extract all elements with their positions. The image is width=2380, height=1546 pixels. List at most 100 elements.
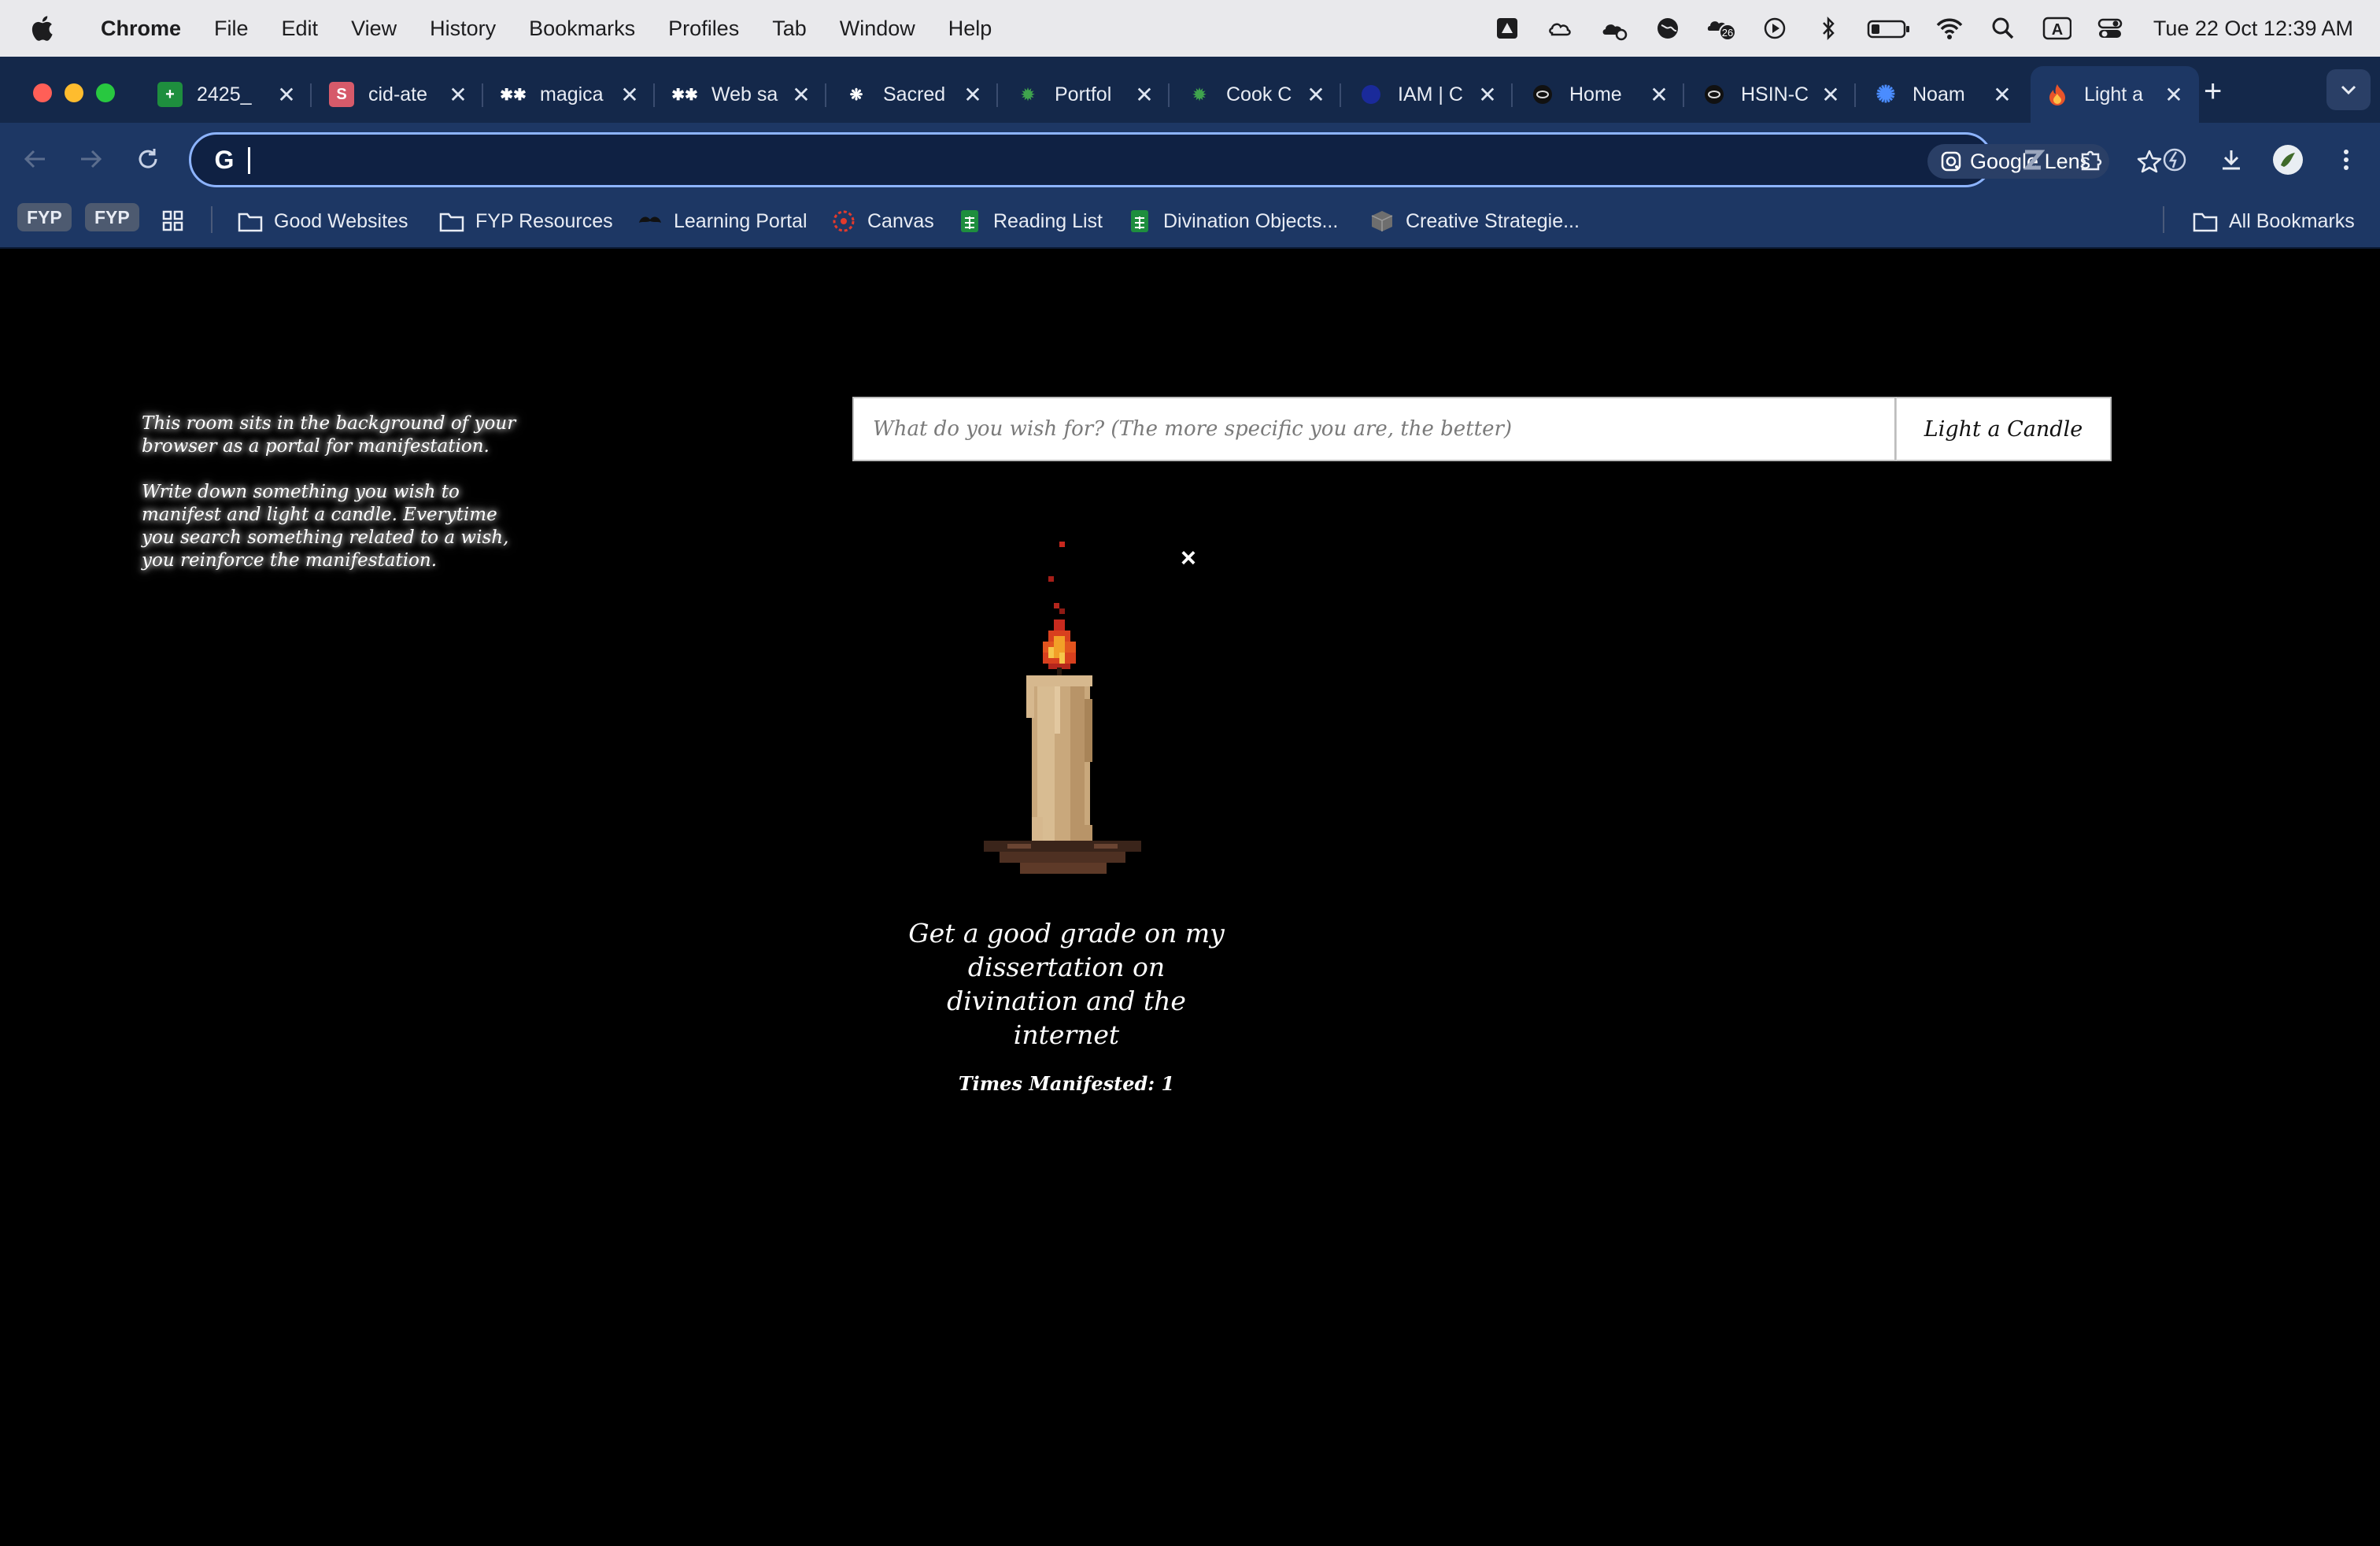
tab-5[interactable]: ❋ Sacred ✕	[830, 66, 998, 123]
menu-file[interactable]: File	[214, 17, 249, 41]
bookmark-reading-list[interactable]: Reading List	[957, 203, 1103, 239]
apps-grid-button[interactable]	[161, 203, 197, 239]
downloads-icon[interactable]	[2213, 142, 2249, 178]
forward-button[interactable]	[74, 142, 109, 176]
tab-close-icon[interactable]: ✕	[1988, 82, 2016, 108]
bookmark-canvas[interactable]: Canvas	[831, 203, 934, 239]
zotero-extension-icon[interactable]	[2015, 142, 2051, 178]
profile-pill-fyp-1[interactable]: FYP	[17, 203, 72, 231]
bookmark-divination-objects[interactable]: Divination Objects...	[1127, 203, 1338, 239]
wish-input[interactable]	[852, 397, 1896, 461]
wish-form: Light a Candle	[852, 397, 2112, 461]
tab-12-active[interactable]: Light a ✕	[2031, 66, 2199, 123]
menu-window[interactable]: Window	[840, 17, 915, 41]
light-a-candle-button[interactable]: Light a Candle	[1896, 397, 2112, 461]
apps-grid-icon	[161, 209, 186, 234]
play-icon[interactable]	[1760, 13, 1790, 43]
bookmark-fyp-resources[interactable]: FYP Resources	[439, 203, 613, 239]
tab-title: Sacred	[883, 83, 946, 105]
window-close-button[interactable]	[33, 83, 52, 102]
apple-logo-icon[interactable]	[30, 15, 69, 42]
tab-3[interactable]: ✱✱ magica ✕	[486, 66, 655, 123]
gear-logo-icon: ✹	[1021, 86, 1035, 104]
notification-count-icon[interactable]: 26	[1706, 13, 1736, 43]
intro-paragraph-2: Write down something you wish to manifes…	[142, 482, 509, 571]
globe-icon[interactable]	[1653, 13, 1683, 43]
bookmark-good-websites[interactable]: Good Websites	[238, 203, 408, 239]
tab-close-icon[interactable]: ✕	[1302, 82, 1330, 108]
tab-2[interactable]: S cid-ate ✕	[315, 66, 483, 123]
back-button[interactable]	[17, 142, 52, 176]
sheets-icon	[1127, 209, 1152, 234]
tab-close-icon[interactable]: ✕	[1473, 82, 1502, 108]
menubar-clock[interactable]: Tue 22 Oct 12:39 AM	[2153, 17, 2353, 41]
wifi-icon[interactable]	[1935, 13, 1964, 43]
bookmark-learning-portal[interactable]: Learning Portal	[638, 203, 808, 239]
tab-6[interactable]: ✹ Portfol ✕	[1001, 66, 1170, 123]
asterisk-icon: ✱✱	[671, 86, 698, 104]
bookmarks-separator	[2163, 206, 2164, 233]
menu-view[interactable]: View	[351, 17, 397, 41]
profile-pill-fyp-2[interactable]: FYP	[85, 203, 139, 231]
canvas-icon	[831, 209, 856, 234]
menu-app-chrome[interactable]: Chrome	[101, 17, 181, 41]
tab-title: IAM | C	[1398, 83, 1463, 105]
bookmark-creative-strategies[interactable]: Creative Strategie...	[1369, 203, 1580, 239]
reload-button[interactable]	[131, 142, 165, 176]
omnibox-input[interactable]	[254, 142, 1750, 179]
address-bar[interactable]: G Google Lens	[189, 132, 2162, 187]
window-minimize-button[interactable]	[65, 83, 83, 102]
tab-close-icon[interactable]: ✕	[1645, 82, 1673, 108]
tab-11[interactable]: ✺ Noam ✕	[1859, 66, 2027, 123]
tab-title: Noam	[1913, 83, 1965, 105]
spotlight-icon[interactable]	[1988, 13, 2018, 43]
cloud-sync-icon[interactable]	[1599, 13, 1629, 43]
folder-icon	[2193, 209, 2218, 234]
bluetooth-icon[interactable]	[1813, 13, 1843, 43]
performance-icon[interactable]	[2156, 142, 2193, 178]
chrome-menu-icon[interactable]	[2328, 142, 2364, 178]
menu-edit[interactable]: Edit	[282, 17, 319, 41]
folder-icon	[439, 209, 464, 234]
new-tab-button[interactable]: +	[2204, 76, 2222, 107]
battery-icon[interactable]	[1867, 13, 1911, 43]
tab-search-button[interactable]	[2326, 69, 2371, 110]
window-zoom-button[interactable]	[96, 83, 115, 102]
bookmark-label: Divination Objects...	[1163, 209, 1339, 232]
tab-1[interactable]: + 2425_ ✕	[143, 66, 312, 123]
macos-menu-bar: Chrome File Edit View History Bookmarks …	[0, 0, 2380, 57]
tab-close-icon[interactable]: ✕	[615, 82, 644, 108]
tab-7[interactable]: ✹ Cook C ✕	[1173, 66, 1341, 123]
menu-bookmarks[interactable]: Bookmarks	[529, 17, 635, 41]
tab-title: cid-ate	[368, 83, 428, 105]
menu-history[interactable]: History	[430, 17, 496, 41]
tab-close-icon[interactable]: ✕	[2160, 82, 2188, 108]
all-bookmarks-label: All Bookmarks	[2229, 209, 2355, 232]
tab-close-icon[interactable]: ✕	[1816, 82, 1845, 108]
menu-tab[interactable]: Tab	[772, 17, 807, 41]
extensions-puzzle-icon[interactable]	[2073, 142, 2109, 178]
bookmark-label: Reading List	[993, 209, 1103, 232]
asterisk-icon: ✱✱	[500, 86, 527, 104]
tab-close-icon[interactable]: ✕	[444, 82, 472, 108]
profile-avatar[interactable]	[2270, 142, 2306, 178]
tab-title: Home	[1569, 83, 1622, 105]
tab-close-icon[interactable]: ✕	[959, 82, 987, 108]
tab-8[interactable]: IAM | C ✕	[1344, 66, 1513, 123]
tab-close-icon[interactable]: ✕	[1130, 82, 1159, 108]
tab-close-icon[interactable]: ✕	[787, 82, 815, 108]
sheets-icon	[957, 209, 982, 234]
creative-cloud-icon[interactable]	[1546, 13, 1576, 43]
menu-profiles[interactable]: Profiles	[668, 17, 739, 41]
cube-icon	[1369, 209, 1395, 234]
tab-close-icon[interactable]: ✕	[272, 82, 301, 108]
tab-9[interactable]: Home ✕	[1516, 66, 1684, 123]
all-bookmarks-button[interactable]: All Bookmarks	[2193, 203, 2355, 239]
menu-help[interactable]: Help	[948, 17, 992, 41]
tab-10[interactable]: HSIN-C ✕	[1687, 66, 1856, 123]
vpn-icon[interactable]	[1492, 13, 1522, 43]
input-source-icon[interactable]: A	[2042, 13, 2071, 43]
close-candle-icon[interactable]: ×	[1181, 545, 1196, 571]
tab-4[interactable]: ✱✱ Web sa ✕	[658, 66, 826, 123]
control-center-icon[interactable]	[2095, 13, 2125, 43]
